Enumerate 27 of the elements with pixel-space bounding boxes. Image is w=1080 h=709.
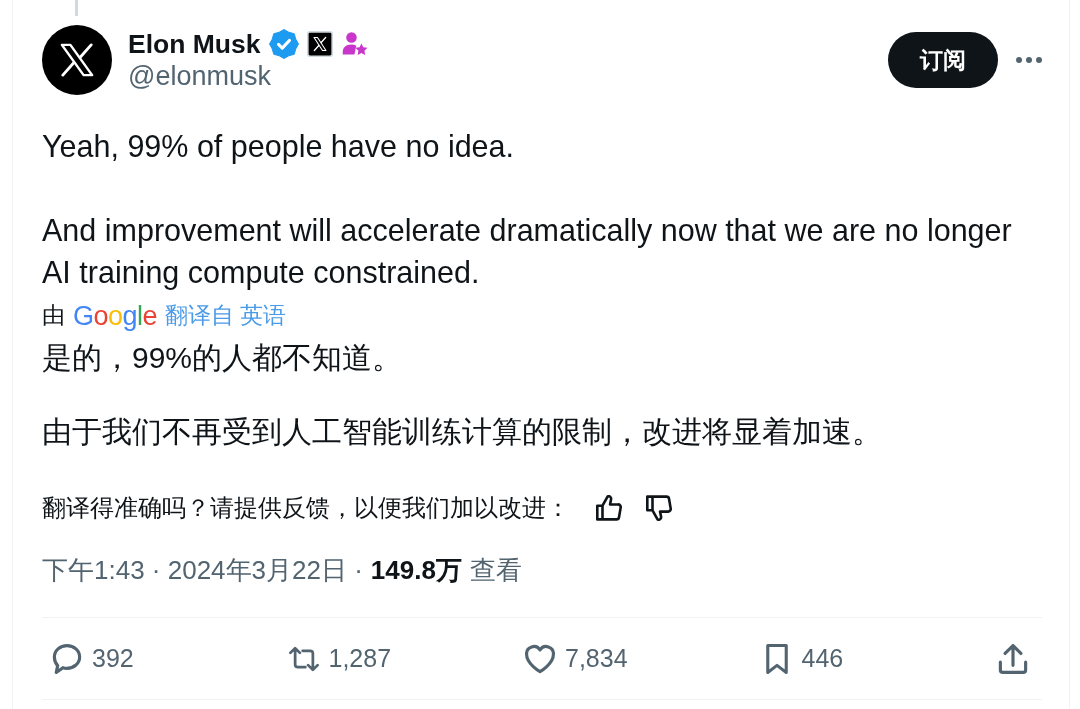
x-badge-icon: [306, 31, 333, 57]
more-icon[interactable]: [1016, 57, 1042, 63]
action-count: 392: [92, 642, 134, 674]
google-wordmark: Google: [73, 301, 158, 331]
views-label: 查看: [469, 554, 522, 586]
action-count: 7,834: [565, 642, 628, 674]
action-count: 1,287: [328, 642, 392, 674]
post-text: And improvement will accelerate dramatically now that we are no longer AI training compute constrained.: [42, 212, 1013, 292]
translated-by-label: 由: [42, 302, 65, 330]
post-timestamp: 下午1:43 · 2024年3月22日 ·: [42, 554, 363, 586]
action-count: 446: [801, 642, 844, 674]
view-count: 149.8万: [370, 554, 462, 586]
speech-bubble-icon[interactable]: [52, 643, 82, 674]
post-text: Yeah, 99% of people have no idea.: [42, 128, 516, 166]
thumbs-up-icon[interactable]: [596, 495, 622, 521]
x-logo-icon: [60, 43, 94, 77]
thumbs-down-icon[interactable]: [646, 495, 672, 521]
translated-text: 由于我们不再受到人工智能训练计算的限制，改进将显着加速。: [42, 414, 883, 450]
share-icon[interactable]: [998, 643, 1028, 674]
translated-text: 是的，99%的人都不知道。: [42, 340, 404, 376]
feedback-prompt: 翻译得准确吗？请提供反馈，以便我们加以改进：: [42, 494, 570, 523]
heart-icon[interactable]: [525, 643, 555, 674]
author-handle[interactable]: @elonmusk: [128, 60, 369, 92]
author-name[interactable]: Elon Musk: [128, 28, 261, 60]
subscribe-button[interactable]: 订阅: [888, 32, 998, 88]
verified-badge-icon: [268, 29, 299, 59]
person-star-icon: [340, 30, 369, 58]
